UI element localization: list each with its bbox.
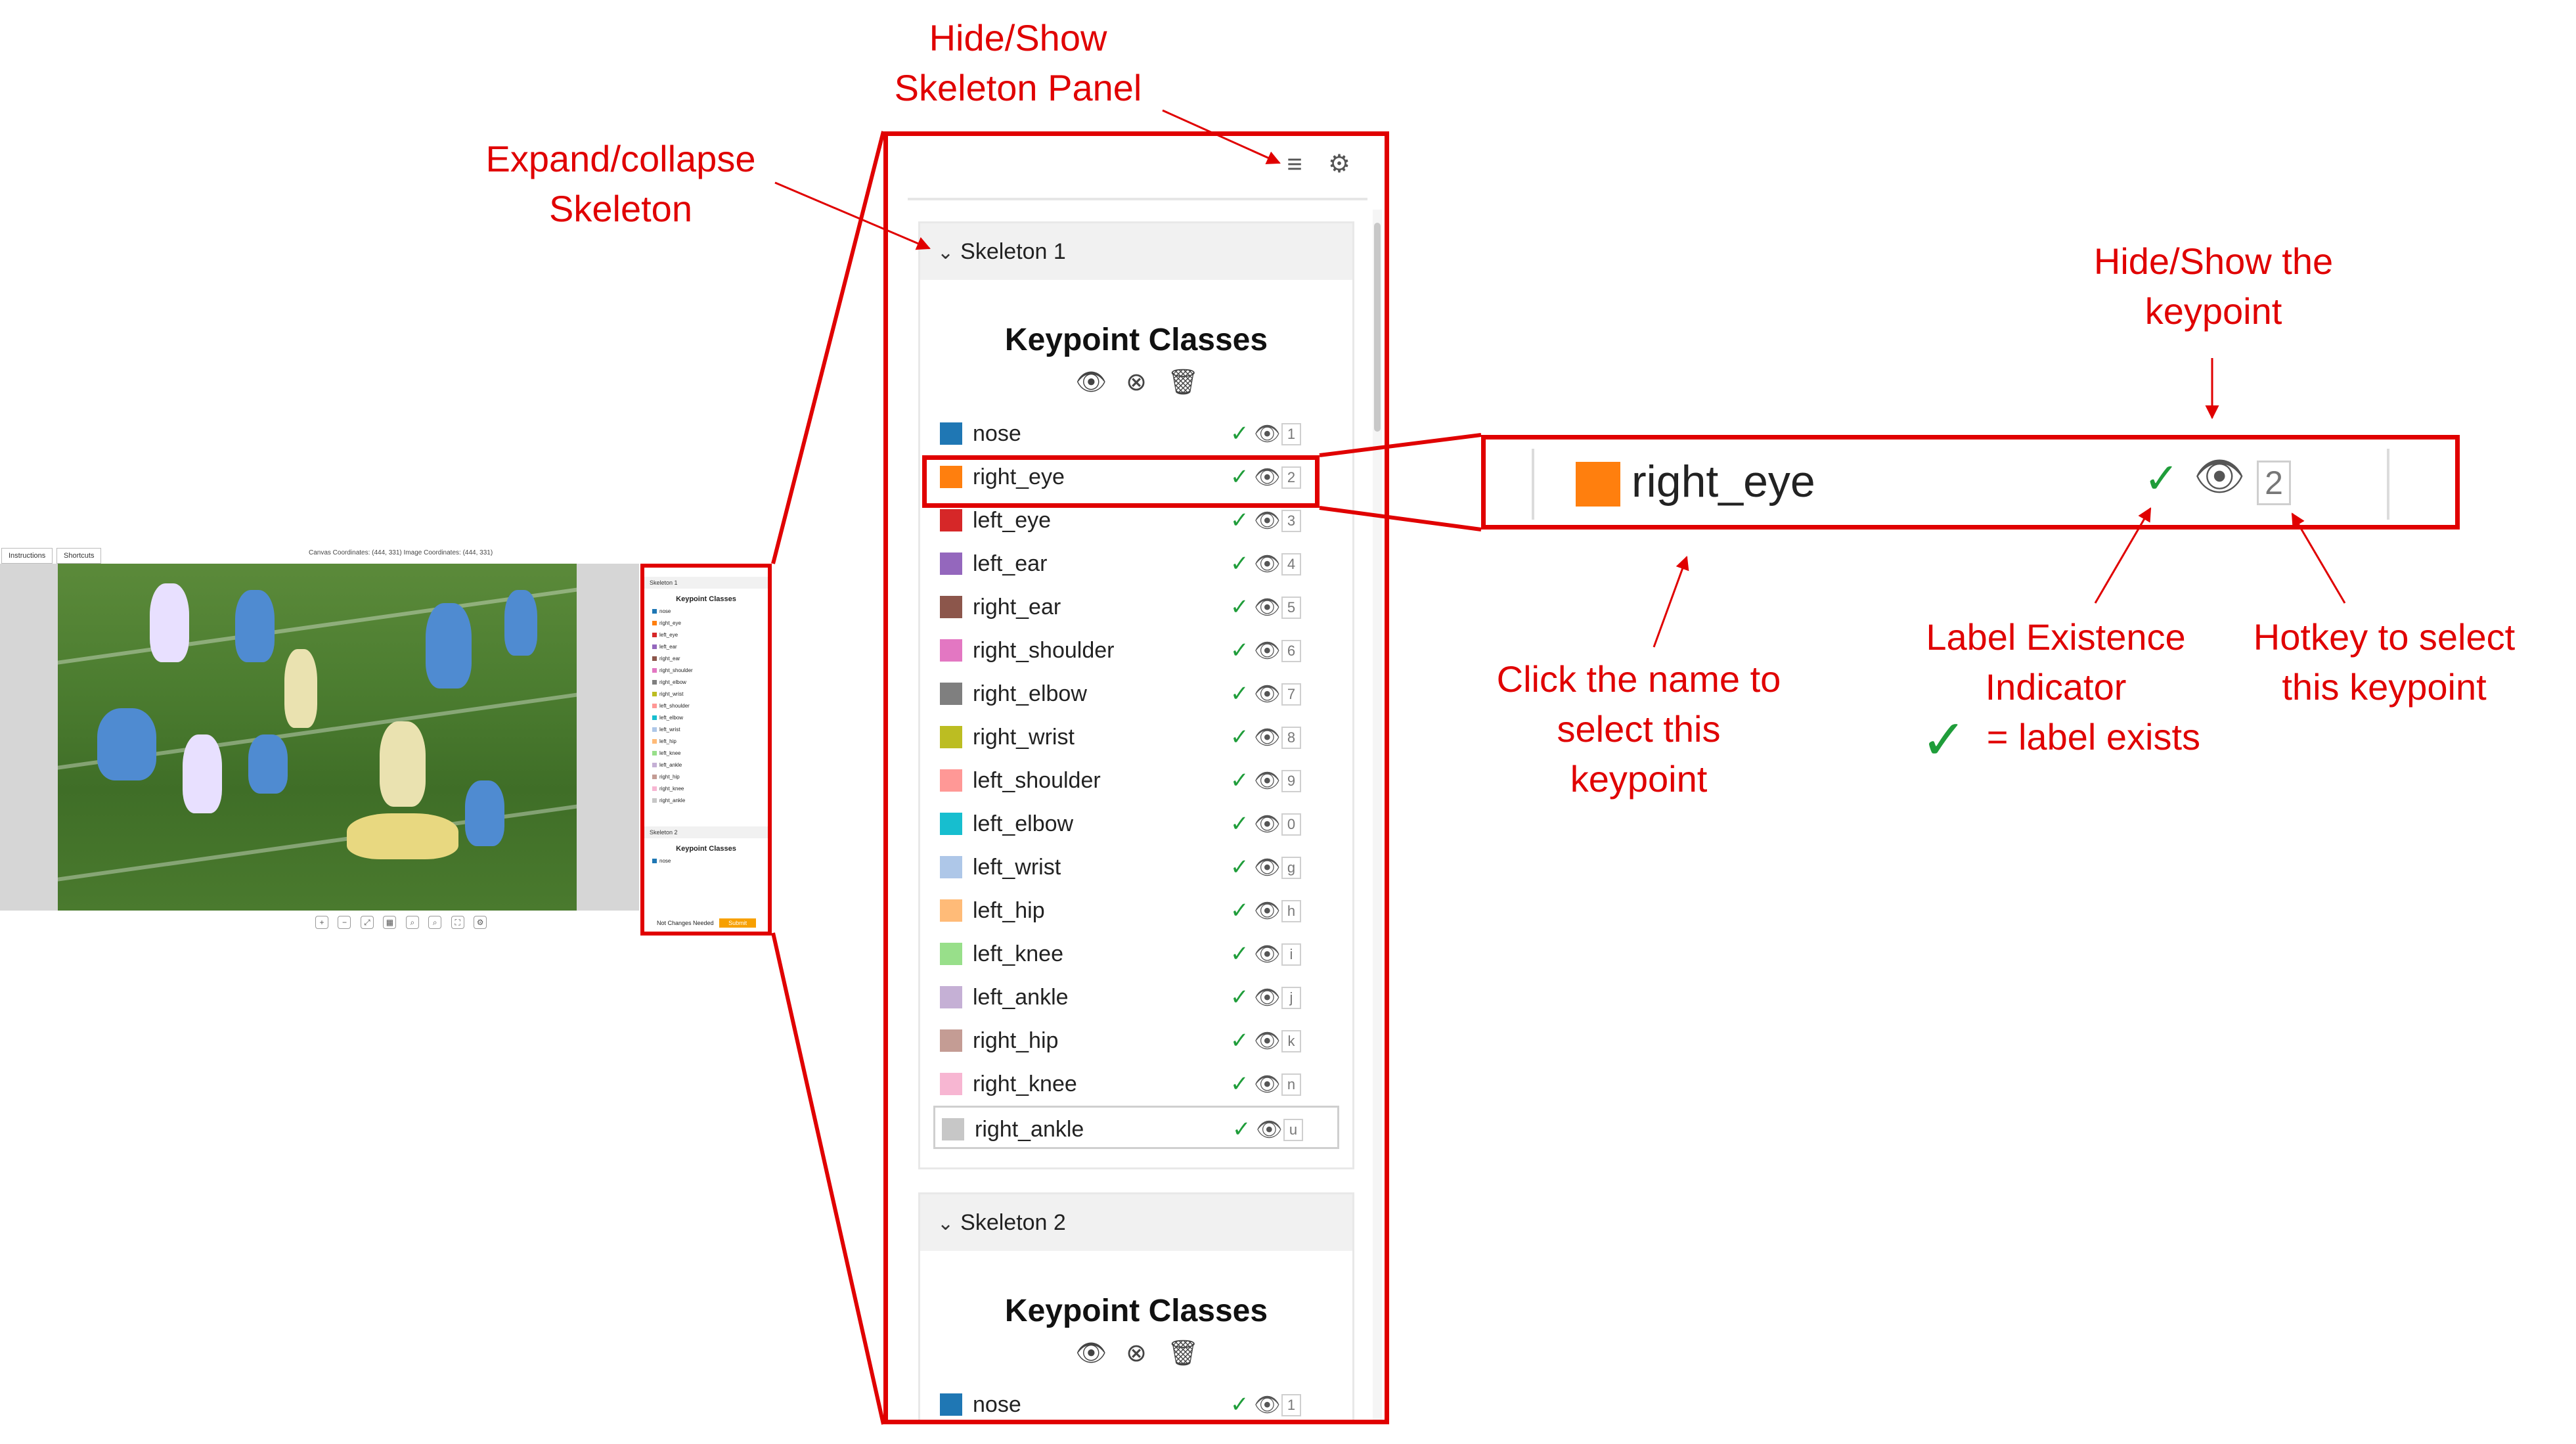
arrow-expand-collapse: [774, 181, 931, 250]
row-connector-bottom: [1319, 506, 1482, 531]
annotation-label-existence: Label Existence Indicator ✓ = label exists: [1921, 616, 2200, 771]
annotation-hide-show-keypoint: Hide/Show the keypoint: [2093, 240, 2334, 332]
annotation-expand-collapse: Expand/collapse Skeleton: [485, 138, 756, 229]
zoom-connector-bottom: [771, 932, 885, 1425]
annotation-hide-show-panel: Hide/Show Skeleton Panel: [894, 17, 1142, 108]
check-icon: ✓: [1921, 709, 1967, 771]
arrow-hotkey: [2291, 512, 2346, 604]
zoom-connector-top: [771, 131, 885, 564]
arrow-click-name: [1653, 556, 1689, 648]
row-connector-top: [1319, 433, 1482, 457]
arrow-label-existence: [2094, 507, 2152, 604]
annotation-hotkey: Hotkey to select this keypoint: [2253, 616, 2516, 708]
annotation-click-name: Click the name to select this keypoint: [1496, 658, 1781, 800]
arrow-hide-show-panel: [1162, 109, 1281, 164]
